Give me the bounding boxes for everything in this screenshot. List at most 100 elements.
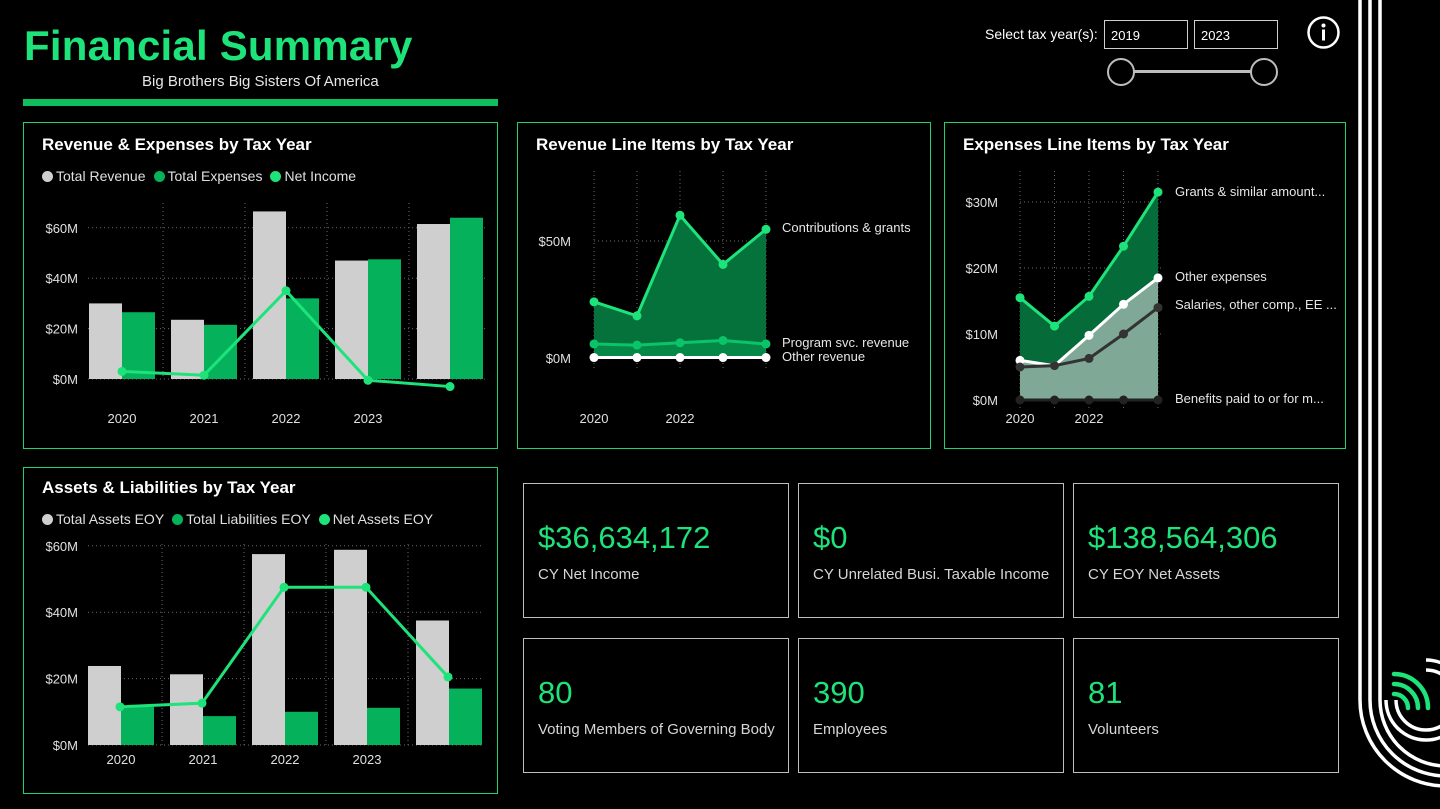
point-net-income [445,382,455,392]
point-program-svc-revenue [675,338,685,348]
point-contributions-grants [632,311,642,321]
x-tick-label: 2023 [353,752,382,767]
revenue-line-items-panel: Revenue Line Items by Tax Year $50M $0M Co… [517,122,931,449]
point-salaries-other-comp-ee [1153,303,1163,313]
point-contributions-grants [675,210,685,220]
y-tick-label: $20M [45,322,78,337]
assets-liabilities-chart[interactable]: $60M $40M $20M $0M 2020 2021 2022 2023 [24,468,499,795]
point-benefits-paid-to-or-for-m [1084,395,1094,405]
bar-total-liabilities-eoy [121,706,154,745]
point-benefits-paid-to-or-for-m [1119,395,1128,405]
y-tick-label: $0M [53,372,78,387]
kpi-card-employees: 390 Employees [798,638,1064,773]
y-tick-label: $40M [45,271,78,286]
kpi-value: $138,564,306 [1088,520,1278,555]
expenses-line-items-panel: Expenses Line Items by Tax Year $30M $20M… [944,122,1346,449]
point-other-expenses [1119,299,1128,309]
point-net-income [117,366,127,376]
series-label: Program svc. revenue [782,335,909,350]
bar-total-liabilities-eoy [449,688,482,745]
kpi-value: 80 [538,675,573,710]
point-other-expenses [1153,273,1163,283]
start-year-input[interactable]: 2019 [1104,20,1188,49]
y-tick-label: $40M [45,605,78,620]
point-grants-similar-amount [1119,241,1128,251]
kpi-label: Employees [813,721,888,738]
point-other-revenue [632,353,642,363]
point-grants-similar-amount [1084,291,1094,301]
bar-total-expenses [450,217,483,379]
bar-total-expenses [368,259,401,379]
x-tick-label: 2020 [108,411,137,426]
end-year-input[interactable]: 2023 [1194,20,1278,49]
revenue-expenses-panel: Revenue & Expenses by Tax Year Total Rev… [23,122,498,449]
point-net-assets-eoy [361,582,371,592]
kpi-card-volunteers: 81 Volunteers [1073,638,1339,773]
point-program-svc-revenue [589,339,599,349]
bar-total-assets-eoy [334,549,367,745]
bar-total-expenses [122,312,155,379]
x-tick-label: 2021 [190,411,219,426]
year-slider-end-handle[interactable] [1250,58,1278,86]
point-program-svc-revenue [761,339,771,349]
point-salaries-other-comp-ee [1084,353,1094,363]
point-benefits-paid-to-or-for-m [1153,395,1163,405]
kpi-label: CY Unrelated Busi. Taxable Income [813,566,1050,583]
point-other-revenue [675,353,685,363]
bar-total-revenue [171,319,204,379]
y-tick-label: $0M [973,393,998,408]
year-slider-start-handle[interactable] [1107,58,1135,86]
expenses-line-items-chart[interactable]: $30M $20M $10M $0M Grants & similar amount..… [945,123,1347,450]
y-tick-label: $10M [965,327,998,342]
revenue-line-items-chart[interactable]: $50M $0M Contributions & grants Program svc… [518,123,932,450]
point-contributions-grants [589,297,599,307]
kpi-value: 390 [813,675,865,710]
y-tick-label: $30M [965,195,998,210]
kpi-label: CY Net Income [538,566,640,583]
x-tick-label: 2020 [1006,411,1035,426]
series-label: Salaries, other comp., EE ... [1175,297,1337,312]
assets-liabilities-panel: Assets & Liabilities by Tax Year Total A… [23,467,498,794]
bar-total-assets-eoy [170,674,203,745]
point-contributions-grants [761,224,771,234]
point-grants-similar-amount [1050,321,1059,331]
point-grants-similar-amount [1153,187,1163,197]
point-net-income [281,286,291,296]
kpi-card-net-assets: $138,564,306 CY EOY Net Assets [1073,483,1339,618]
revenue-expenses-chart[interactable]: $60M $40M $20M $0M 2020 2021 2022 2023 [24,123,499,450]
x-tick-label: 2020 [580,411,609,426]
brand-logo-icon [1354,0,1440,809]
kpi-card-voting-members: 80 Voting Members of Governing Body [523,638,789,773]
point-grants-similar-amount [1015,293,1025,303]
point-contributions-grants [718,259,728,269]
kpi-card-unrelated-income: $0 CY Unrelated Busi. Taxable Income [798,483,1064,618]
year-slider-track[interactable] [1122,70,1264,73]
y-tick-label: $0M [53,738,78,753]
x-tick-label: 2023 [354,411,383,426]
y-tick-label: $50M [538,234,571,249]
point-other-revenue [718,353,728,363]
x-tick-label: 2022 [271,752,300,767]
y-tick-label: $20M [965,261,998,276]
point-salaries-other-comp-ee [1050,361,1059,371]
bar-total-assets-eoy [252,554,285,745]
x-tick-label: 2022 [666,411,695,426]
x-tick-label: 2021 [189,752,218,767]
bar-total-revenue [89,303,122,379]
bar-total-liabilities-eoy [285,711,318,745]
point-other-revenue [761,353,771,363]
point-other-revenue [589,353,599,363]
kpi-label: Voting Members of Governing Body [538,721,775,738]
bar-total-liabilities-eoy [367,707,400,745]
info-icon[interactable] [1307,16,1340,49]
tax-year-label: Select tax year(s): [985,26,1098,42]
point-net-income [199,370,209,380]
page-title: Financial Summary [24,22,413,69]
kpi-value: $0 [813,520,848,555]
y-tick-label: $0M [546,351,571,366]
series-label: Other expenses [1175,269,1267,284]
series-label: Contributions & grants [782,220,911,235]
point-program-svc-revenue [632,340,642,350]
point-salaries-other-comp-ee [1119,329,1128,339]
kpi-value: 81 [1088,675,1123,710]
